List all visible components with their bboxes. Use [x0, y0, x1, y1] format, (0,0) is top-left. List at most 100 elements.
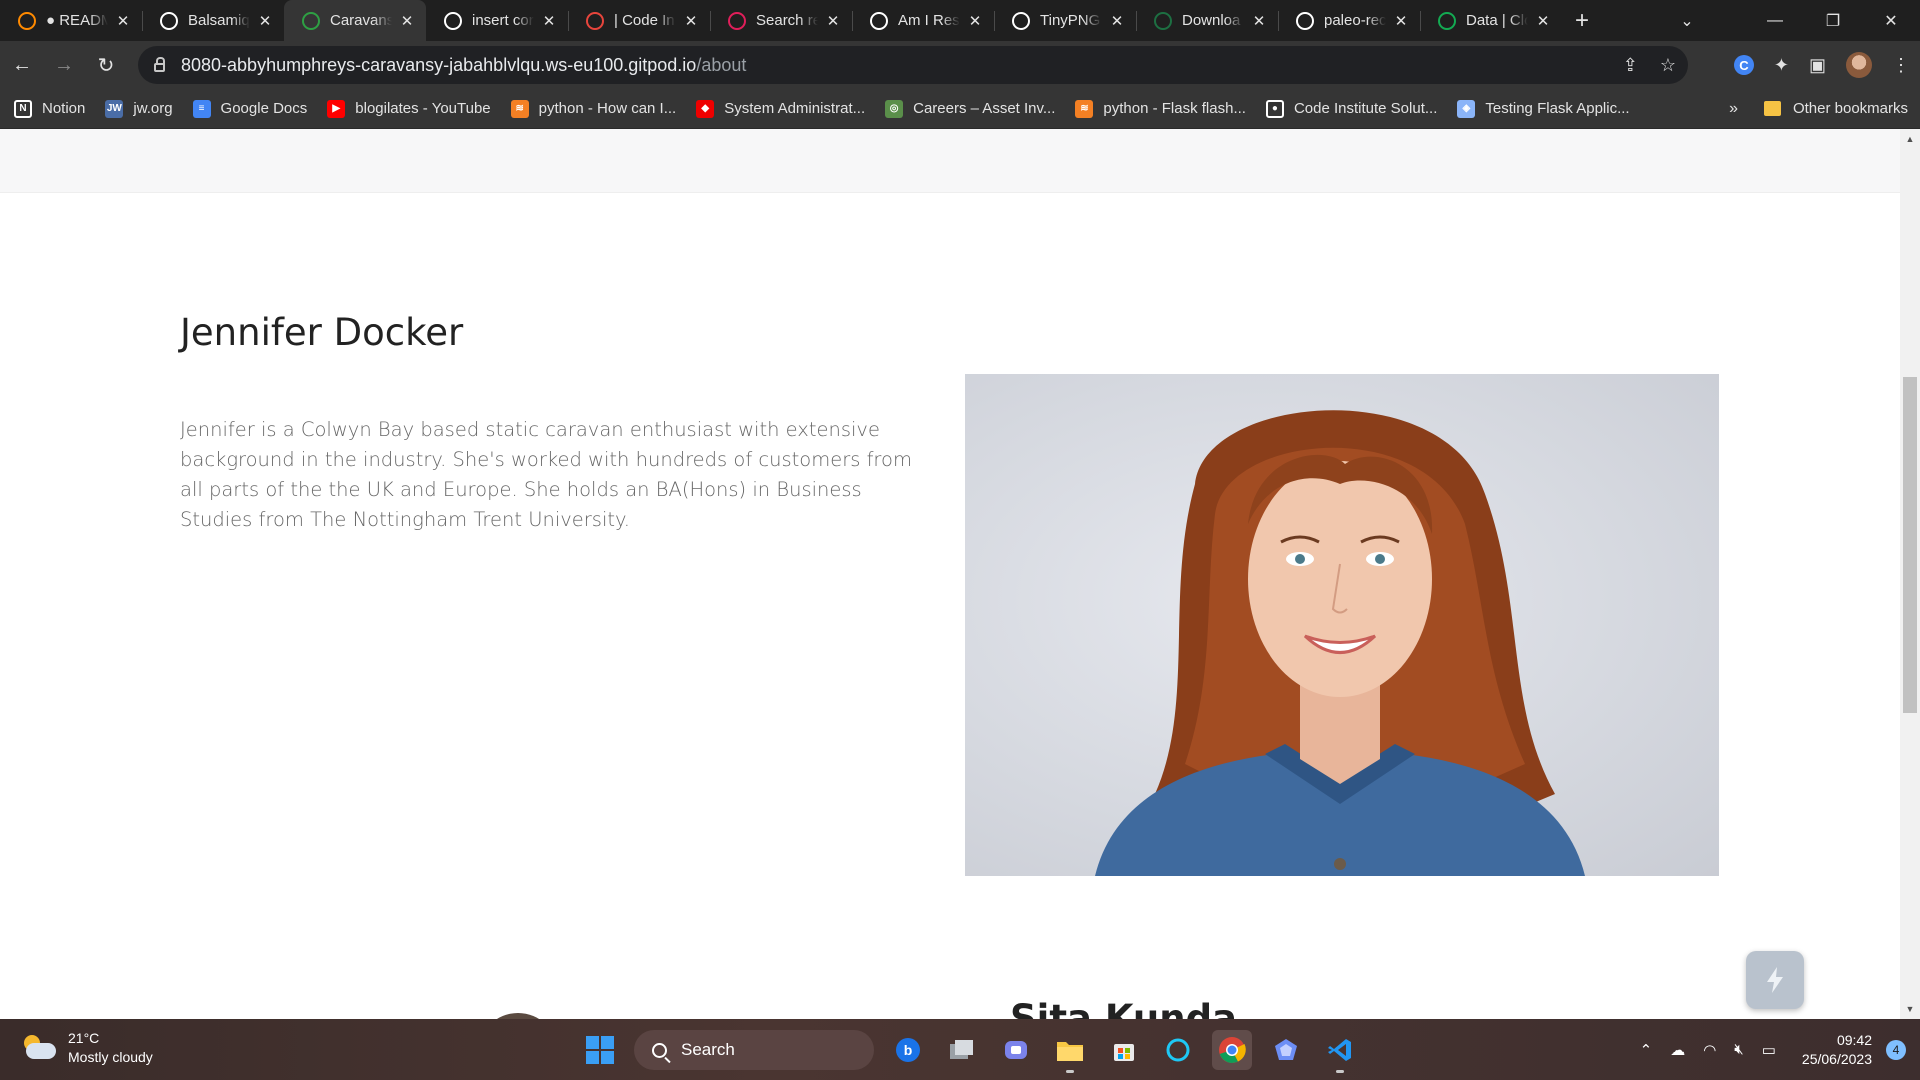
stackoverflow-icon: ≋: [510, 99, 529, 118]
tab-title: Balsamiq: [188, 12, 250, 29]
folder-icon: [1763, 101, 1781, 116]
scroll-down-arrow-icon[interactable]: ▼: [1900, 1001, 1920, 1017]
tab-list: ● READM✕Balsamiq✕Caravansy✕insert cor✕| …: [0, 0, 1562, 41]
browser-tab[interactable]: TinyPNG ✕: [994, 0, 1136, 41]
browser-tab[interactable]: Caravansy ✕: [284, 0, 426, 41]
forward-icon[interactable]: →: [44, 45, 84, 85]
page-scrollbar[interactable]: ▲ ▼: [1900, 129, 1920, 1019]
bookmark-item[interactable]: ≡ Google Docs: [192, 99, 308, 118]
browser-tab[interactable]: paleo-rec ✕: [1278, 0, 1420, 41]
task-view-icon[interactable]: [942, 1030, 982, 1070]
vscode-icon[interactable]: [1320, 1030, 1360, 1073]
show-hidden-icons-chevron-icon[interactable]: ⌃: [1640, 1041, 1653, 1059]
team-member-name: Jennifer Docker: [180, 311, 464, 354]
browser-tab[interactable]: Downloa ✕: [1136, 0, 1278, 41]
balsamiq-icon: [160, 11, 178, 30]
file-explorer-icon[interactable]: [1050, 1030, 1090, 1073]
microsoft-store-icon[interactable]: [1104, 1030, 1144, 1070]
bookmark-item[interactable]: ≋ python - How can I...: [510, 99, 676, 118]
floating-action-button[interactable]: [1746, 951, 1804, 1009]
tab-close-icon[interactable]: ✕: [966, 12, 984, 30]
side-panel-icon[interactable]: ▣: [1809, 55, 1826, 76]
taskbar-search-label: Search: [681, 1040, 735, 1059]
bookmark-item[interactable]: JW jw.org: [105, 99, 173, 118]
speaker-muted-icon[interactable]: 🔇︎: [1734, 1041, 1743, 1058]
reload-icon[interactable]: ↻: [86, 45, 126, 85]
browser-tab[interactable]: | Code In ✕: [568, 0, 710, 41]
notification-badge[interactable]: 4: [1886, 1039, 1906, 1060]
tab-close-icon[interactable]: ✕: [114, 12, 132, 30]
browser-tab[interactable]: Search re ✕: [710, 0, 852, 41]
bing-icon[interactable]: b: [888, 1030, 928, 1070]
bookmark-item[interactable]: ◎ Careers – Asset Inv...: [885, 99, 1055, 118]
tab-close-icon[interactable]: ✕: [540, 12, 558, 30]
minimize-icon[interactable]: —: [1746, 12, 1804, 30]
tab-title: Data | Clo: [1466, 12, 1528, 29]
clock[interactable]: 09:42 25/06/2023: [1802, 1031, 1872, 1069]
onedrive-cloud-icon[interactable]: ☁: [1670, 1041, 1685, 1059]
extensions-puzzle-icon[interactable]: ✦: [1774, 55, 1789, 76]
windows-start-icon[interactable]: [580, 1030, 620, 1070]
battery-icon[interactable]: ▭: [1762, 1041, 1776, 1059]
notion-icon: N: [14, 99, 32, 118]
chrome-icon[interactable]: [1212, 1030, 1252, 1070]
extension-c-icon[interactable]: C: [1733, 55, 1754, 75]
browser-tab[interactable]: insert cor ✕: [426, 0, 568, 41]
browser-tab[interactable]: Balsamiq ✕: [142, 0, 284, 41]
weather-widget[interactable]: 21°C Mostly cloudy: [22, 1029, 153, 1067]
profile-avatar[interactable]: [1846, 52, 1872, 78]
bookmark-item[interactable]: ◆ System Administrat...: [696, 99, 866, 118]
scrollbar-thumb[interactable]: [1903, 377, 1917, 713]
bookmark-item[interactable]: ≋ python - Flask flash...: [1075, 99, 1246, 118]
tab-close-icon[interactable]: ✕: [1392, 12, 1410, 30]
amiresponsive-icon: [870, 11, 888, 30]
google-icon: [444, 11, 462, 30]
browser-tab[interactable]: Am I Resp ✕: [852, 0, 994, 41]
code-institute-icon: [586, 11, 604, 30]
tab-title: ● READM: [46, 12, 108, 29]
system-tray: ⌃ ☁ ◠ 🔇︎ ▭ 09:42 25/06/2023 4: [1640, 1019, 1920, 1080]
new-tab-button[interactable]: +: [1562, 0, 1602, 41]
tab-strip: ● READM✕Balsamiq✕Caravansy✕insert cor✕| …: [0, 0, 1920, 41]
back-icon[interactable]: ←: [2, 45, 42, 85]
weather-condition: Mostly cloudy: [68, 1049, 153, 1065]
bookmark-item[interactable]: N Notion: [14, 99, 85, 118]
address-bar[interactable]: 8080-abbyhumphreys-caravansy-jabahblvlqu…: [138, 46, 1688, 84]
bookmark-label: Google Docs: [220, 100, 308, 117]
bookmark-label: System Administrat...: [724, 100, 866, 117]
close-window-icon[interactable]: ✕: [1862, 11, 1920, 31]
taskbar-search-box[interactable]: Search: [634, 1030, 874, 1070]
tab-search-icon[interactable]: ⌄: [1658, 11, 1716, 31]
teams-chat-icon[interactable]: [996, 1030, 1036, 1070]
bookmark-item[interactable]: ● Code Institute Solut...: [1265, 99, 1437, 118]
other-bookmarks-folder[interactable]: Other bookmarks: [1763, 100, 1908, 117]
bookmark-label: jw.org: [133, 100, 173, 117]
bookmark-item[interactable]: ▶ blogilates - YouTube: [327, 99, 491, 118]
copilot-icon[interactable]: [1266, 1030, 1306, 1070]
scroll-up-arrow-icon[interactable]: ▲: [1900, 131, 1920, 147]
restore-icon[interactable]: ❐: [1804, 11, 1862, 31]
tab-close-icon[interactable]: ✕: [682, 12, 700, 30]
tab-close-icon[interactable]: ✕: [1250, 12, 1268, 30]
share-icon[interactable]: ⇪: [1623, 55, 1638, 76]
mongodb-icon: [1438, 11, 1456, 30]
tab-title: Am I Resp: [898, 12, 960, 29]
browser-tab[interactable]: ● READM ✕: [0, 0, 142, 41]
url-text[interactable]: 8080-abbyhumphreys-caravansy-jabahblvlqu…: [181, 55, 746, 76]
tab-close-icon[interactable]: ✕: [256, 12, 274, 30]
menu-kebab-icon[interactable]: ⋮: [1892, 55, 1910, 76]
tab-close-icon[interactable]: ✕: [824, 12, 842, 30]
tab-close-icon[interactable]: ✕: [1534, 12, 1552, 30]
wifi-icon[interactable]: ◠: [1703, 1041, 1716, 1059]
bookmark-star-icon[interactable]: ☆: [1660, 55, 1676, 76]
bookmark-item[interactable]: ◈ Testing Flask Applic...: [1457, 99, 1630, 118]
github-icon: ●: [1265, 99, 1284, 118]
tab-title: Caravansy: [330, 12, 392, 29]
more-bookmarks-icon[interactable]: »: [1729, 100, 1738, 118]
careers-icon: ◎: [885, 99, 904, 118]
lock-icon[interactable]: [154, 57, 165, 72]
tab-close-icon[interactable]: ✕: [398, 12, 416, 30]
browser-tab[interactable]: Data | Clo ✕: [1420, 0, 1562, 41]
tab-close-icon[interactable]: ✕: [1108, 12, 1126, 30]
cortana-icon[interactable]: [1158, 1030, 1198, 1070]
